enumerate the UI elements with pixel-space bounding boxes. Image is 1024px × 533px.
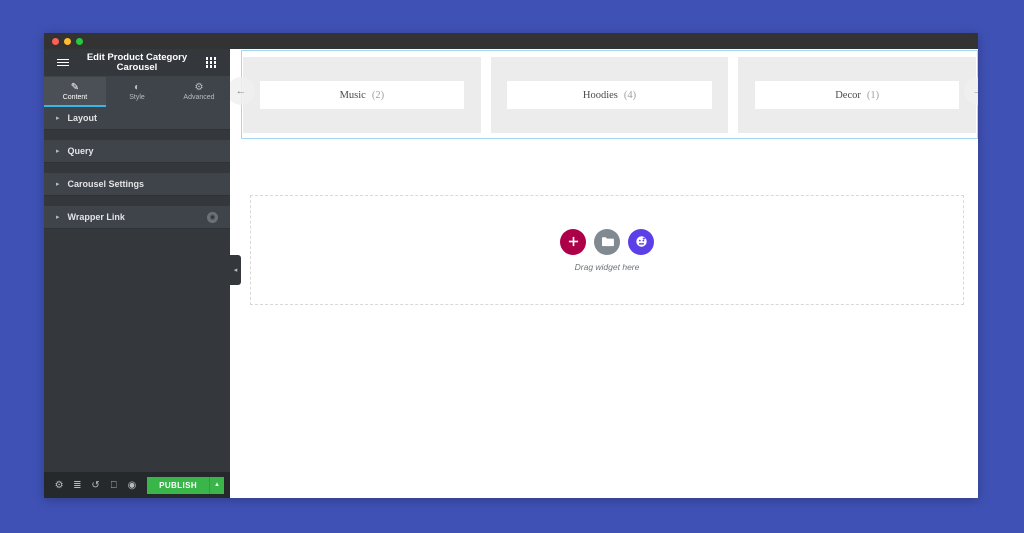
- section-query-label: Query: [67, 146, 94, 156]
- panel-footer-toolbar: ⚙ ≣ ↺ ⎕ ◉ PUBLISH ▲: [44, 472, 230, 498]
- window-titlebar: [44, 33, 978, 49]
- browser-window: Edit Product Category Carousel ✎ Content…: [44, 33, 978, 498]
- tab-style-label: Style: [129, 93, 145, 101]
- preview-eye-icon[interactable]: ◉: [123, 472, 141, 498]
- responsive-mode-icon[interactable]: ⎕: [105, 472, 123, 498]
- section-wrapper-link-label: Wrapper Link: [67, 212, 125, 222]
- pro-badge-icon: ◉: [207, 211, 218, 223]
- section-layout[interactable]: ▸ Layout: [44, 107, 230, 130]
- category-name: Decor: [835, 89, 861, 101]
- category-count: (2): [371, 89, 385, 101]
- elementor-panel: Edit Product Category Carousel ✎ Content…: [44, 49, 230, 498]
- category-count: (1): [866, 89, 880, 101]
- section-wrapper-link[interactable]: ▸ Wrapper Link ◉: [44, 206, 230, 229]
- history-revisions-icon[interactable]: ↺: [86, 472, 104, 498]
- window-maximize-button[interactable]: [76, 37, 83, 45]
- chevron-right-icon: ▸: [56, 180, 60, 188]
- grid-apps-icon[interactable]: [202, 54, 220, 72]
- carousel-item-inner: Music (2): [259, 81, 465, 109]
- panel-sections: ▸ Layout ▸ Query ▸ Carousel Settings ▸ W…: [44, 107, 230, 472]
- tab-advanced-label: Advanced: [183, 93, 215, 101]
- dropzone-label: Drag widget here: [574, 261, 640, 272]
- page-title: Edit Product Category Carousel: [86, 51, 188, 73]
- chevron-right-icon: ▸: [56, 213, 60, 221]
- settings-gear-icon[interactable]: ⚙: [50, 472, 68, 498]
- category-name: Music: [339, 89, 366, 101]
- contrast-circle-icon: ◐: [133, 81, 141, 93]
- section-carousel-settings[interactable]: ▸ Carousel Settings: [44, 173, 230, 196]
- window-close-button[interactable]: [52, 37, 59, 45]
- carousel-track: Music (2) Hoodies (4) Decor (1): [242, 57, 977, 133]
- publish-button[interactable]: PUBLISH: [147, 476, 210, 494]
- gear-icon: ⚙: [194, 81, 204, 93]
- ai-assistant-button[interactable]: [628, 228, 654, 255]
- section-query[interactable]: ▸ Query: [44, 140, 230, 163]
- tab-content[interactable]: ✎ Content: [44, 77, 106, 107]
- hamburger-menu-icon[interactable]: [54, 54, 72, 72]
- editor-canvas: ◂ Music (2) Hoodies (4) Decor (1) ← → Dr…: [230, 49, 978, 498]
- carousel-item-inner: Hoodies (4): [507, 81, 712, 109]
- navigator-layers-icon[interactable]: ≣: [68, 472, 86, 498]
- chevron-right-icon: ▸: [56, 114, 60, 122]
- template-library-folder-button[interactable]: [594, 228, 620, 255]
- section-layout-label: Layout: [67, 113, 98, 123]
- product-category-carousel-widget[interactable]: Music (2) Hoodies (4) Decor (1): [241, 50, 978, 139]
- drag-widget-dropzone[interactable]: Drag widget here: [250, 195, 964, 305]
- section-carousel-settings-label: Carousel Settings: [67, 179, 145, 189]
- panel-tabs: ✎ Content ◐ Style ⚙ Advanced: [44, 77, 230, 107]
- pencil-icon: ✎: [70, 81, 80, 93]
- category-count: (4): [623, 89, 637, 101]
- category-name: Hoodies: [582, 89, 618, 101]
- carousel-item[interactable]: Music (2): [243, 57, 481, 133]
- panel-header: Edit Product Category Carousel: [44, 49, 230, 77]
- tab-advanced[interactable]: ⚙ Advanced: [168, 77, 230, 107]
- editor-body: Edit Product Category Carousel ✎ Content…: [44, 49, 978, 498]
- dropzone-buttons: [560, 228, 654, 255]
- window-minimize-button[interactable]: [64, 37, 71, 45]
- carousel-item[interactable]: Decor (1): [738, 57, 977, 133]
- carousel-item-inner: Decor (1): [754, 81, 960, 109]
- add-widget-button[interactable]: [560, 228, 586, 255]
- publish-group: PUBLISH ▲: [147, 476, 225, 494]
- tab-content-label: Content: [62, 93, 88, 101]
- tab-style[interactable]: ◐ Style: [106, 77, 168, 107]
- chevron-right-icon: ▸: [56, 147, 60, 155]
- panel-collapse-handle[interactable]: ◂: [230, 255, 241, 285]
- carousel-item[interactable]: Hoodies (4): [490, 57, 729, 133]
- publish-options-caret-icon[interactable]: ▲: [209, 476, 225, 494]
